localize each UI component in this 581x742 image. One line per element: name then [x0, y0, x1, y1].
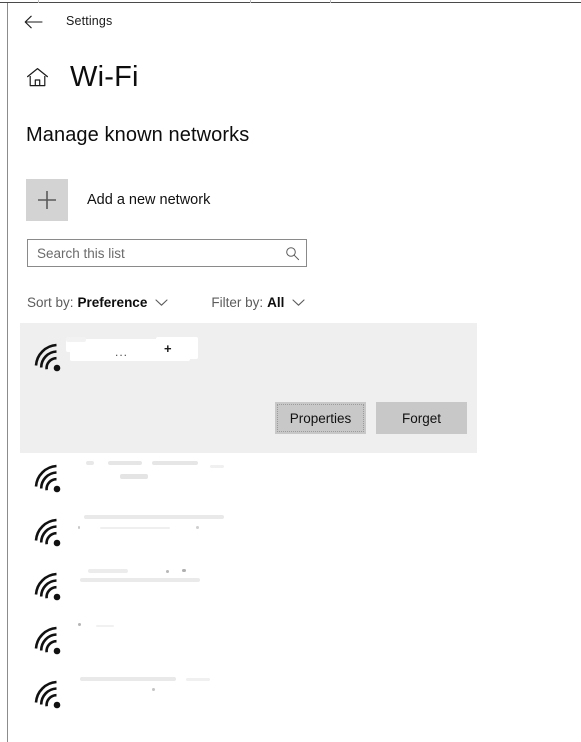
forget-button[interactable]: Forget: [376, 402, 467, 434]
filter-by-dropdown[interactable]: Filter by: All: [211, 295, 305, 310]
wifi-icon: [34, 572, 61, 601]
back-button[interactable]: [18, 8, 48, 36]
wifi-icon: [34, 343, 61, 372]
wifi-icon: [34, 464, 61, 493]
network-list-item[interactable]: [20, 561, 477, 615]
plus-icon: [38, 191, 56, 209]
network-list-item[interactable]: [20, 507, 477, 561]
title-bar: Settings: [8, 3, 581, 41]
network-list-item[interactable]: [20, 453, 477, 507]
search-input[interactable]: [28, 240, 278, 266]
add-new-network-button[interactable]: [26, 179, 68, 221]
title-bar-label: Settings: [66, 14, 113, 28]
network-list-item[interactable]: [20, 669, 477, 723]
back-arrow-icon: [24, 15, 43, 29]
filter-by-prefix: Filter by:: [211, 294, 264, 310]
window-left-edge: [7, 3, 8, 742]
sort-by-dropdown[interactable]: Sort by: Preference: [27, 295, 168, 310]
network-name-redacted: [66, 623, 236, 655]
list-controls: Sort by: Preference Filter by: All: [27, 292, 305, 312]
page-title: Wi-Fi: [70, 61, 139, 93]
sort-by-value: Preference: [77, 294, 148, 310]
page-header: Wi-Fi: [26, 57, 139, 97]
search-box[interactable]: [27, 239, 307, 267]
network-list-item[interactable]: [20, 615, 477, 669]
properties-button[interactable]: Properties: [275, 402, 366, 434]
chevron-down-icon: [292, 298, 305, 307]
section-heading: Manage known networks: [26, 124, 250, 146]
add-new-network-label: Add a new network: [87, 192, 211, 208]
network-name-redacted: [66, 461, 236, 493]
network-name-redacted: [66, 569, 256, 601]
filter-by-value: All: [267, 294, 285, 310]
chevron-down-icon: [155, 298, 168, 307]
home-icon[interactable]: [26, 67, 49, 88]
wifi-icon: [34, 518, 61, 547]
sort-by-prefix: Sort by:: [27, 294, 74, 310]
network-list-item-selected[interactable]: ... + Properties Forget: [20, 323, 477, 453]
wifi-icon: [34, 626, 61, 655]
add-new-network-row[interactable]: Add a new network: [26, 179, 210, 221]
search-icon[interactable]: [278, 240, 306, 266]
network-name-redacted: ... +: [66, 337, 206, 367]
network-name-redacted: [66, 515, 256, 547]
network-list: ... + Properties Forget: [20, 323, 477, 723]
network-name-redacted: [66, 677, 246, 709]
network-row-actions: Properties Forget: [275, 402, 467, 434]
wifi-icon: [34, 680, 61, 709]
